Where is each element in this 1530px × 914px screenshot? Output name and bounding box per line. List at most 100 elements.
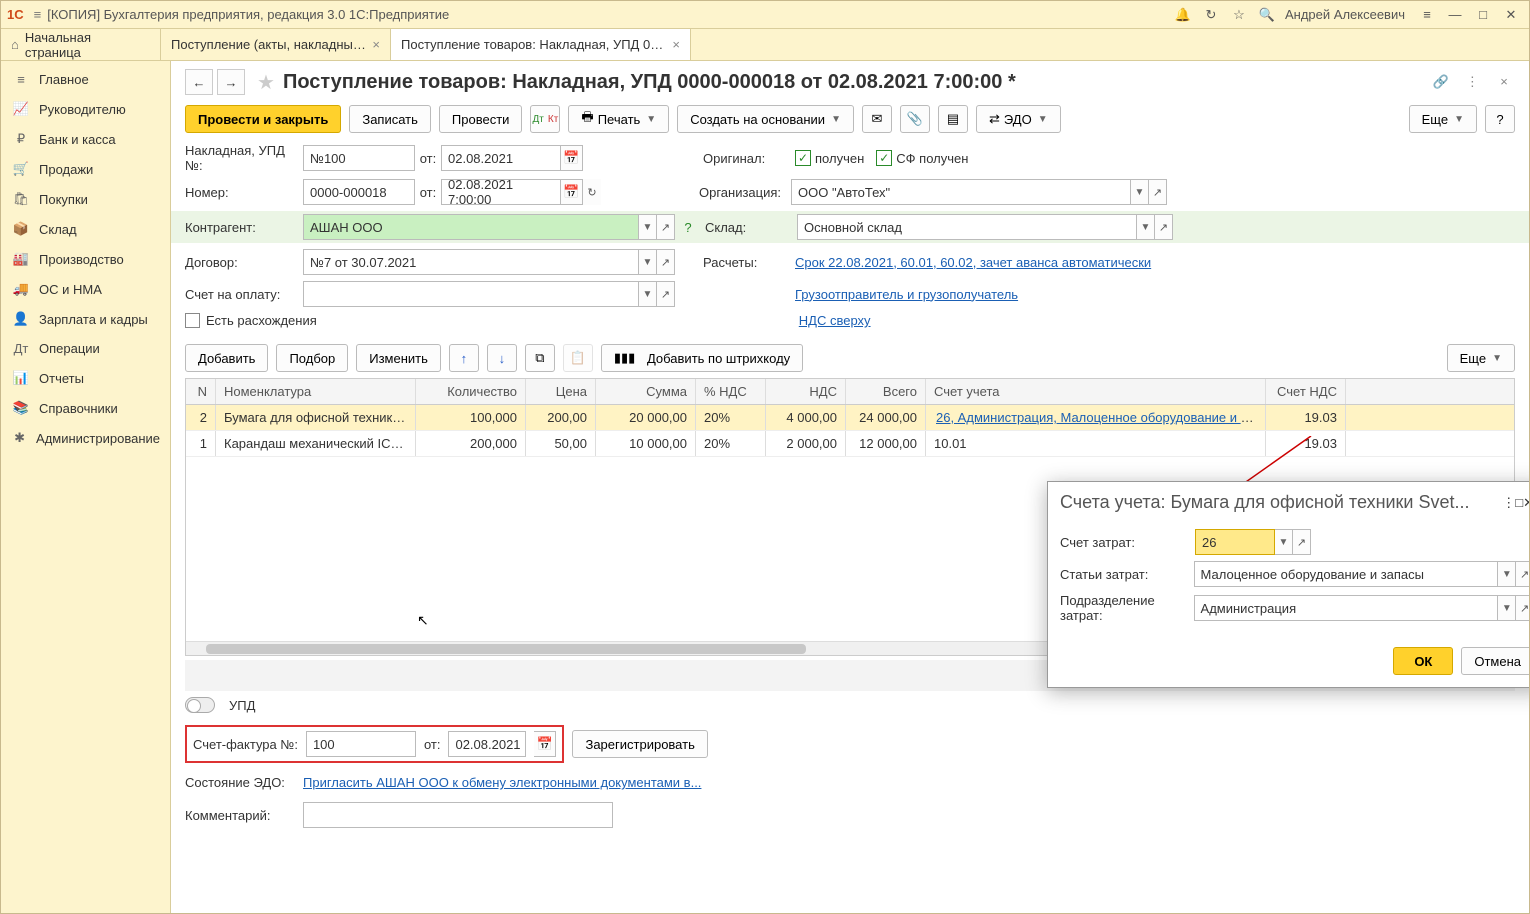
report-button[interactable]: ▤ (938, 105, 968, 133)
col-qty[interactable]: Количество (416, 379, 526, 404)
pick-button[interactable]: Подбор (276, 344, 348, 372)
checkbox-discrepancies[interactable] (185, 313, 200, 328)
calendar-icon[interactable]: 📅 (561, 145, 583, 171)
sidebar-item-7[interactable]: 🚚ОС и НМА (1, 274, 170, 304)
link-shipper[interactable]: Грузоотправитель и грузополучатель (795, 287, 1018, 302)
cell-account[interactable]: 26, Администрация, Малоценное оборудован… (926, 405, 1266, 430)
close-page-icon[interactable]: × (1493, 71, 1515, 93)
close-window-icon[interactable]: ✕ (1499, 5, 1523, 25)
dropdown-icon[interactable]: ▼ (1498, 561, 1516, 587)
paste-row-button[interactable]: 📋 (563, 344, 593, 372)
input-nakl-no[interactable]: №100 (303, 145, 415, 171)
move-down-button[interactable]: ↓ (487, 344, 517, 372)
search-icon[interactable]: 🔍 (1255, 5, 1279, 25)
col-sum[interactable]: Сумма (596, 379, 696, 404)
favorite-star-icon[interactable]: ★ (257, 70, 275, 95)
dropdown-icon[interactable]: ▼ (639, 249, 657, 275)
input-number[interactable]: 0000-000018 (303, 179, 415, 205)
sidebar-item-11[interactable]: 📚Справочники (1, 393, 170, 423)
col-vats[interactable]: НДС (766, 379, 846, 404)
sidebar-item-10[interactable]: 📊Отчеты (1, 363, 170, 393)
sidebar-item-1[interactable]: 📈Руководителю (1, 94, 170, 124)
help-button[interactable]: ? (1485, 105, 1515, 133)
popup-close-icon[interactable]: ✕ (1523, 495, 1529, 511)
sidebar-item-12[interactable]: ✱Администрирование (1, 423, 170, 453)
minimize-icon[interactable]: — (1443, 5, 1467, 25)
tab-receipts-list[interactable]: Поступление (акты, накладные, УПД) × (161, 29, 391, 60)
sidebar-item-4[interactable]: 🛍Покупки (1, 184, 170, 214)
print-button[interactable]: 🖶Печать▼ (568, 105, 669, 133)
popup-cancel-button[interactable]: Отмена (1461, 647, 1529, 675)
create-based-button[interactable]: Создать на основании▼ (677, 105, 854, 133)
input-num-date[interactable]: 02.08.2021 7:00:00 (441, 179, 561, 205)
save-button[interactable]: Записать (349, 105, 431, 133)
checkbox-sf-received[interactable]: ✓ (876, 150, 892, 166)
more-button[interactable]: Еще▼ (1409, 105, 1477, 133)
attach-button[interactable]: 📎 (900, 105, 930, 133)
open-icon[interactable]: ↗ (1155, 214, 1173, 240)
col-total[interactable]: Всего (846, 379, 926, 404)
dropdown-icon[interactable]: ▼ (1275, 529, 1293, 555)
username[interactable]: Андрей Алексеевич (1285, 7, 1405, 22)
open-icon[interactable]: ↗ (657, 281, 675, 307)
open-icon[interactable]: ↗ (1149, 179, 1167, 205)
open-icon[interactable]: ↗ (1293, 529, 1311, 555)
nav-back-button[interactable]: ← (185, 69, 213, 95)
kebab-icon[interactable]: ⋮ (1461, 71, 1483, 93)
popup-ok-button[interactable]: ОК (1393, 647, 1453, 675)
history-icon[interactable]: ↻ (1199, 5, 1223, 25)
link-edo-invite[interactable]: Пригласить АШАН ООО к обмену электронным… (303, 775, 701, 790)
bell-icon[interactable]: 🔔 (1171, 5, 1195, 25)
copy-row-button[interactable]: ⧉ (525, 344, 555, 372)
sidebar-item-8[interactable]: 👤Зарплата и кадры (1, 304, 170, 334)
table-more-button[interactable]: Еще▼ (1447, 344, 1515, 372)
sidebar-item-9[interactable]: ДтОперации (1, 334, 170, 363)
link-vat-on-top[interactable]: НДС сверху (799, 313, 871, 328)
input-warehouse[interactable]: Основной склад (797, 214, 1137, 240)
open-icon[interactable]: ↗ (1516, 561, 1529, 587)
input-sf-number[interactable]: 100 (306, 731, 416, 757)
col-name[interactable]: Номенклатура (216, 379, 416, 404)
add-row-button[interactable]: Добавить (185, 344, 268, 372)
maximize-icon[interactable]: □ (1471, 5, 1495, 25)
settings-lines-icon[interactable]: ≡ (1415, 5, 1439, 25)
post-and-close-button[interactable]: Провести и закрыть (185, 105, 341, 133)
dropdown-icon[interactable]: ▼ (639, 281, 657, 307)
add-by-barcode-button[interactable]: ▮▮▮ Добавить по штрихкоду (601, 344, 803, 372)
open-icon[interactable]: ↗ (1516, 595, 1529, 621)
nav-forward-button[interactable]: → (217, 69, 245, 95)
input-org[interactable]: ООО "АвтоТех" (791, 179, 1131, 205)
post-button[interactable]: Провести (439, 105, 523, 133)
star-icon[interactable]: ☆ (1227, 5, 1251, 25)
edo-button[interactable]: ⇄ЭДО▼ (976, 105, 1061, 133)
input-invoice[interactable] (303, 281, 639, 307)
sidebar-item-3[interactable]: 🛒Продажи (1, 154, 170, 184)
tab-close-icon[interactable]: × (672, 37, 680, 52)
dropdown-icon[interactable]: ▼ (1131, 179, 1149, 205)
sidebar-item-0[interactable]: ≡Главное (1, 65, 170, 94)
col-vat[interactable]: % НДС (696, 379, 766, 404)
sidebar-item-6[interactable]: 🏭Производство (1, 244, 170, 274)
open-icon[interactable]: ↗ (657, 249, 675, 275)
checkbox-received[interactable]: ✓ (795, 150, 811, 166)
envelope-button[interactable]: ✉ (862, 105, 892, 133)
upd-toggle[interactable] (185, 697, 215, 713)
input-cost-account[interactable]: 26 (1195, 529, 1275, 555)
input-comment[interactable] (303, 802, 613, 828)
popup-kebab-icon[interactable]: ⋮ (1502, 495, 1515, 511)
calendar-icon[interactable]: 📅 (534, 731, 556, 757)
col-accv[interactable]: Счет НДС (1266, 379, 1346, 404)
edit-row-button[interactable]: Изменить (356, 344, 441, 372)
open-icon[interactable]: ↗ (657, 214, 675, 240)
input-nakl-date[interactable]: 02.08.2021 (441, 145, 561, 171)
sidebar-item-2[interactable]: ₽Банк и касса (1, 124, 170, 154)
cell-account-link[interactable]: 26, Администрация, Малоценное оборудован… (934, 409, 1266, 426)
link-icon[interactable]: 🔗 (1430, 71, 1452, 93)
dropdown-icon[interactable]: ▼ (639, 214, 657, 240)
calendar-icon[interactable]: 📅 (561, 179, 583, 205)
menu-toggle-icon[interactable]: ≡ (34, 7, 42, 22)
register-button[interactable]: Зарегистрировать (572, 730, 707, 758)
input-contractor[interactable]: АШАН ООО (303, 214, 639, 240)
refresh-date-icon[interactable]: ↻ (583, 179, 601, 205)
tab-close-icon[interactable]: × (372, 37, 380, 52)
